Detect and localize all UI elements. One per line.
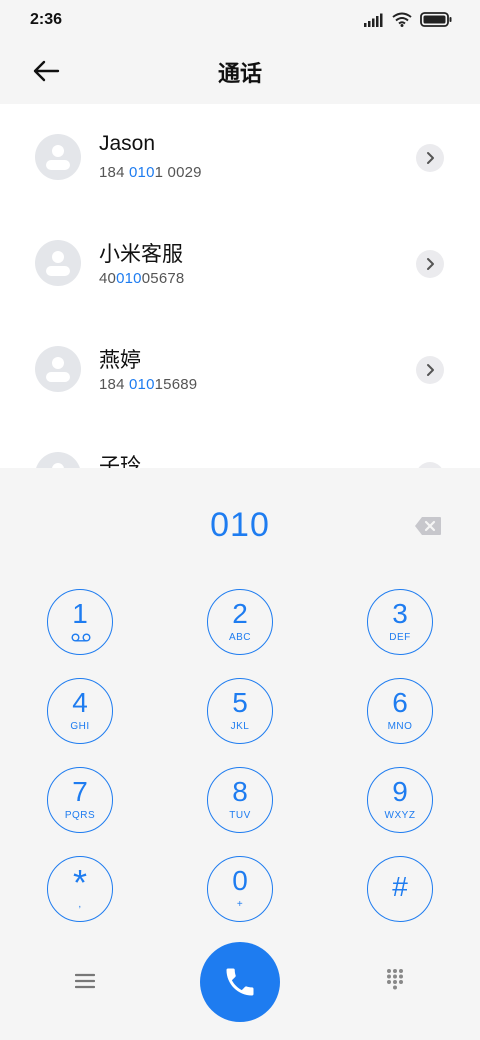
dial-key-hash[interactable]: #	[367, 856, 433, 922]
page-title: 通话	[217, 61, 262, 86]
contact-number: 4001005678	[99, 270, 185, 287]
avatar	[35, 452, 81, 468]
match-highlight: 010	[116, 270, 142, 287]
wifi-icon	[392, 12, 412, 27]
header: 通话	[0, 40, 480, 104]
contact-row[interactable]: 燕婷 184 01015689	[0, 316, 480, 422]
dial-key-4[interactable]: 4 GHI	[47, 678, 113, 744]
contact-detail-button[interactable]	[416, 356, 444, 384]
dial-key-5[interactable]: 5 JKL	[207, 678, 273, 744]
menu-button[interactable]	[70, 966, 100, 996]
contact-row[interactable]: 小米客服 4001005678	[0, 210, 480, 316]
chevron-right-icon	[427, 258, 434, 270]
dial-key-3[interactable]: 3 DEF	[367, 589, 433, 655]
contact-row[interactable]: Jason 184 0101 0029	[0, 104, 480, 210]
contact-detail-button[interactable]	[416, 144, 444, 172]
dialer-bottom-bar	[0, 942, 480, 1032]
avatar	[35, 240, 81, 286]
contact-name: 子玲	[99, 455, 141, 468]
dialpad-icon	[387, 969, 403, 990]
status-icons	[364, 12, 452, 27]
dialed-number: 010	[210, 506, 270, 544]
dial-key-7[interactable]: 7 PQRS	[47, 767, 113, 833]
menu-icon	[75, 973, 95, 989]
status-bar: 2:36	[0, 0, 480, 40]
dialer-panel: 010 1 2 ABC 3 DEF 4 GHI 5 JKL 6 MNO 7 PQ…	[0, 468, 480, 1040]
dial-key-star[interactable]: * ,	[47, 856, 113, 922]
contact-detail-button[interactable]	[416, 250, 444, 278]
dial-key-2[interactable]: 2 ABC	[207, 589, 273, 655]
match-highlight: 010	[129, 376, 155, 393]
dial-key-8[interactable]: 8 TUV	[207, 767, 273, 833]
match-highlight: 010	[129, 164, 155, 181]
contact-name: 小米客服	[99, 243, 183, 266]
contact-name: 燕婷	[99, 349, 141, 372]
call-button[interactable]	[200, 942, 280, 1022]
voicemail-icon	[71, 633, 91, 642]
dial-key-6[interactable]: 6 MNO	[367, 678, 433, 744]
contact-number: 184 01015689	[99, 376, 198, 393]
contact-list: Jason 184 0101 0029 小米客服 4001005678 燕婷 1…	[0, 104, 480, 468]
contact-row[interactable]: 子玲	[0, 422, 480, 468]
chevron-right-icon	[427, 364, 434, 376]
avatar	[35, 134, 81, 180]
dial-key-9[interactable]: 9 WXYZ	[367, 767, 433, 833]
phone-icon	[226, 968, 254, 996]
dial-key-1[interactable]: 1	[47, 589, 113, 655]
contact-name: Jason	[99, 132, 156, 155]
signal-icon	[364, 13, 383, 27]
battery-icon	[420, 12, 452, 27]
status-time: 2:36	[30, 11, 63, 28]
keypad-toggle-button[interactable]	[380, 964, 410, 994]
dial-key-0[interactable]: 0 +	[207, 856, 273, 922]
chevron-right-icon	[427, 152, 434, 164]
avatar	[35, 346, 81, 392]
contact-number: 184 0101 0029	[99, 164, 202, 181]
backspace-icon[interactable]	[414, 516, 442, 536]
